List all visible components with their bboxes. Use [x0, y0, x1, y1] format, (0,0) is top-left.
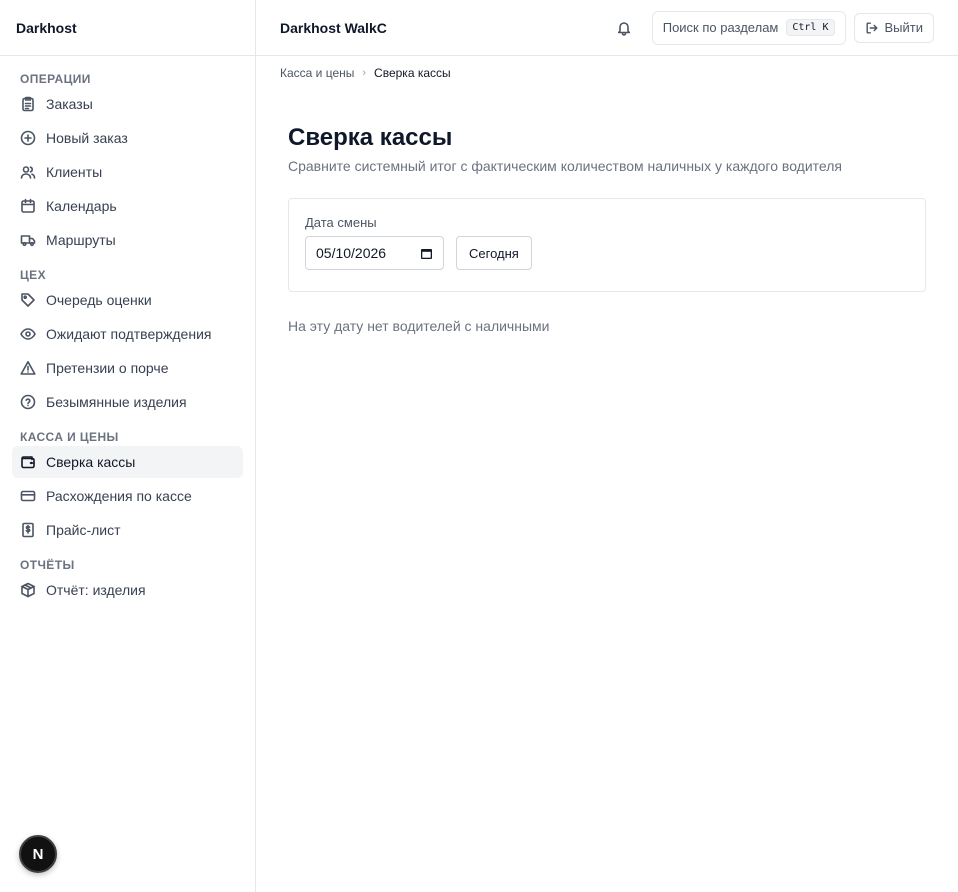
chevron-right-icon: › — [362, 67, 367, 79]
nav-section-workshop: ЦЕХ Очередь оценки Ожидают подтверждения… — [12, 264, 243, 418]
sidebar-item-cash-discrepancies[interactable]: Расхождения по кассе — [12, 480, 243, 512]
sidebar-item-label: Расхождения по кассе — [46, 488, 192, 504]
sidebar-nav: ОПЕРАЦИИ Заказы Новый заказ Клиенты Кале… — [0, 56, 255, 606]
breadcrumb-current: Сверка кассы — [374, 66, 451, 80]
page-title: Сверка кассы — [288, 124, 453, 151]
search-label: Поиск по разделам — [662, 20, 779, 35]
wallet-icon — [21, 456, 35, 469]
sidebar-item-items-report[interactable]: Отчёт: изделия — [12, 574, 243, 606]
main-content: Касса и цены › Сверка кассы Сверка кассы… — [256, 56, 958, 334]
empty-state-message: На эту дату нет водителей с наличными — [288, 318, 550, 334]
tag-icon — [21, 293, 35, 307]
shift-date-label: Дата смены — [305, 215, 377, 230]
sidebar-item-clients[interactable]: Клиенты — [12, 156, 243, 188]
logout-icon — [865, 21, 878, 34]
sidebar-item-label: Ожидают подтверждения — [46, 326, 212, 342]
sidebar-item-label: Сверка кассы — [46, 454, 136, 470]
search-shortcut: Ctrl K — [786, 19, 835, 36]
nextjs-badge[interactable]: N — [19, 835, 57, 873]
sidebar-item-label: Новый заказ — [46, 130, 128, 146]
logout-button[interactable]: Выйти — [853, 12, 934, 43]
sidebar-item-damage-claims[interactable]: Претензии о порче — [12, 352, 243, 384]
app-title: Darkhost WalkC — [280, 19, 387, 36]
nav-section-cash-prices: КАССА И ЦЕНЫ Сверка кассы Расхождения по… — [12, 426, 243, 546]
sidebar-item-label: Календарь — [46, 198, 117, 214]
calendar-icon — [21, 198, 35, 213]
sidebar-brand[interactable]: Darkhost — [0, 0, 255, 56]
sidebar-item-label: Прайс-лист — [46, 522, 121, 538]
sidebar-item-cash-reconciliation[interactable]: Сверка кассы — [12, 446, 243, 478]
sidebar-item-label: Претензии о порче — [46, 360, 169, 376]
truck-icon — [20, 235, 36, 247]
sidebar-item-awaiting-confirmation[interactable]: Ожидают подтверждения — [12, 318, 243, 350]
sidebar-item-new-order[interactable]: Новый заказ — [12, 122, 243, 154]
search-button[interactable]: Поиск по разделам Ctrl K — [651, 10, 846, 45]
sidebar-item-label: Безымянные изделия — [46, 394, 187, 410]
sidebar-item-label: Клиенты — [46, 164, 103, 180]
sidebar-item-orders[interactable]: Заказы — [12, 88, 243, 120]
nav-heading: ЦЕХ — [20, 268, 46, 282]
users-icon — [20, 166, 36, 179]
notifications-button[interactable] — [608, 12, 640, 44]
shift-date-value: 05/10/2026 — [316, 245, 387, 261]
nav-heading: ОПЕРАЦИИ — [20, 72, 91, 86]
sidebar-item-unnamed-items[interactable]: Безымянные изделия — [12, 386, 243, 418]
topbar: Darkhost WalkC Поиск по разделам Ctrl K … — [256, 0, 958, 56]
nav-heading: ОТЧЁТЫ — [20, 558, 75, 572]
sidebar-item-calendar[interactable]: Календарь — [12, 190, 243, 222]
sidebar: Darkhost ОПЕРАЦИИ Заказы Новый заказ Кли… — [0, 0, 256, 892]
sidebar-item-label: Очередь оценки — [46, 292, 152, 308]
shift-date-row: 05/10/2026 Сегодня — [305, 236, 909, 270]
logout-label: Выйти — [884, 20, 924, 35]
page-subtitle: Сравните системный итог с фактическим ко… — [288, 158, 842, 174]
nav-section-reports: ОТЧЁТЫ Отчёт: изделия — [12, 554, 243, 606]
dollar-receipt-icon — [22, 522, 34, 538]
today-button[interactable]: Сегодня — [456, 236, 532, 270]
sidebar-item-label: Отчёт: изделия — [46, 582, 146, 598]
help-circle-icon — [20, 394, 36, 410]
sidebar-item-routes[interactable]: Маршруты — [12, 224, 243, 256]
nav-section-operations: ОПЕРАЦИИ Заказы Новый заказ Клиенты Кале… — [12, 68, 243, 256]
eye-icon — [20, 328, 36, 340]
page-content: Сверка кассы Сравните системный итог с ф… — [256, 90, 958, 334]
clipboard-icon — [22, 96, 34, 112]
breadcrumb: Касса и цены › Сверка кассы — [256, 56, 958, 90]
calendar-picker-icon[interactable] — [420, 247, 433, 260]
credit-card-icon — [20, 490, 36, 502]
nav-heading: КАССА И ЦЕНЫ — [20, 430, 119, 444]
sidebar-item-label: Заказы — [46, 96, 93, 112]
warning-triangle-icon — [20, 361, 36, 375]
bell-icon — [617, 21, 630, 36]
shift-date-card: Дата смены 05/10/2026 Сегодня — [288, 198, 926, 292]
sidebar-item-assessment-queue[interactable]: Очередь оценки — [12, 284, 243, 316]
shift-date-input[interactable]: 05/10/2026 — [305, 236, 444, 270]
breadcrumb-parent[interactable]: Касса и цены — [280, 66, 354, 80]
sidebar-item-price-list[interactable]: Прайс-лист — [12, 514, 243, 546]
plus-circle-icon — [20, 130, 36, 146]
package-icon — [21, 582, 35, 598]
sidebar-item-label: Маршруты — [46, 232, 116, 248]
